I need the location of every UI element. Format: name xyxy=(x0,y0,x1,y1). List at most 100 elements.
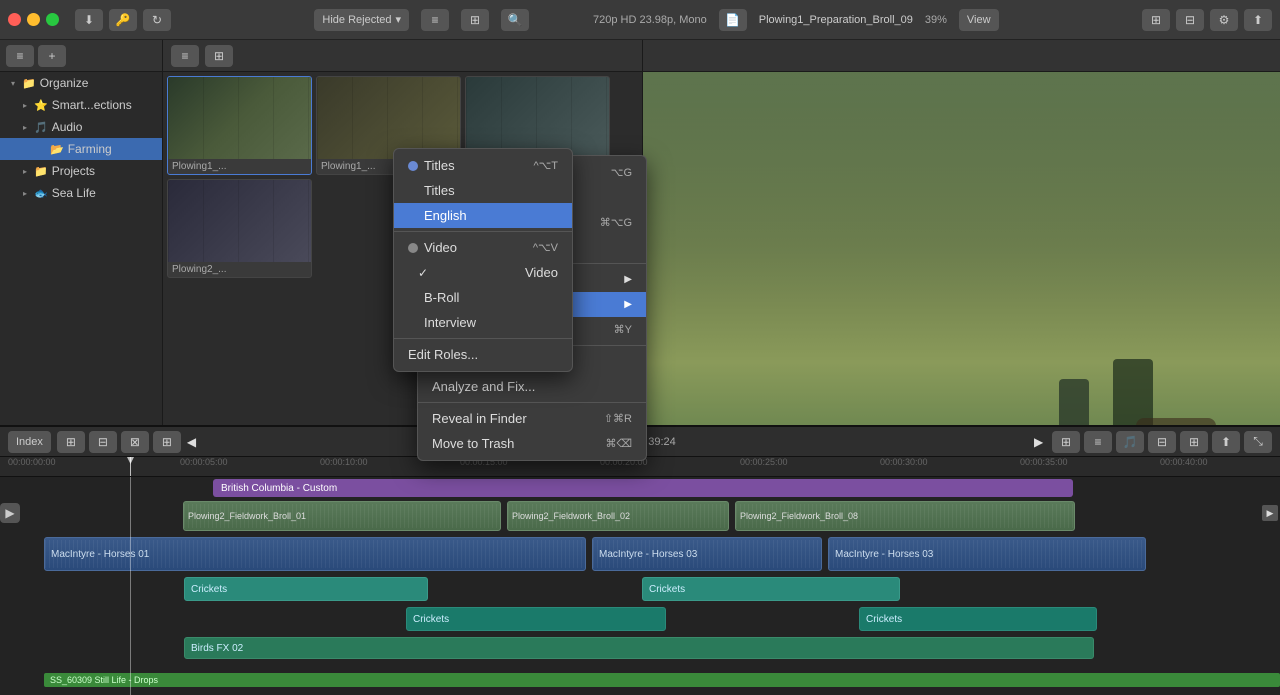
submenu-titles-dot[interactable]: Titles ^⌥T xyxy=(394,153,572,178)
crickets-row-2: Crickets Crickets xyxy=(0,605,1280,633)
submenu-titles[interactable]: Titles xyxy=(394,178,572,203)
sidebar-item-organize[interactable]: ▾ 📁 Organize xyxy=(0,72,162,94)
close-button[interactable] xyxy=(8,13,21,26)
sidebar-item-farming[interactable]: 📂 Farming xyxy=(0,138,162,160)
sidebar-list-icon[interactable]: ≡ xyxy=(6,45,34,67)
duration: 39:24 xyxy=(648,436,676,448)
sidebar-item-smart-collections[interactable]: ▸ ⭐ Smart...ections xyxy=(0,94,162,116)
window-icon[interactable]: ⊞ xyxy=(1142,9,1170,31)
key-icon[interactable]: 🔑 xyxy=(109,9,137,31)
tl-right-icon-7[interactable]: ⤡ xyxy=(1244,431,1272,453)
export-icon[interactable]: ⬆ xyxy=(1244,9,1272,31)
sidebar-item-audio[interactable]: ▸ 🎵 Audio xyxy=(0,116,162,138)
browser-list-icon[interactable]: ≡ xyxy=(171,45,199,67)
horse-track-row: MacIntyre - Horses 01 MacIntyre - Horses… xyxy=(0,535,1280,573)
titlebar: ⬇ 🔑 ↻ Hide Rejected ▾ ≡ ⊞ 🔍 720p HD 23.9… xyxy=(0,0,1280,40)
smart-arrow: ▸ xyxy=(20,101,30,110)
video-track-icon[interactable]: ▶ xyxy=(0,503,20,523)
fullscreen-button[interactable] xyxy=(46,13,59,26)
video-roles-submenu: Titles ^⌥T Titles English Video ^⌥V xyxy=(393,148,573,372)
sync-icon[interactable]: ↻ xyxy=(143,9,171,31)
video-track-row: ▶ Plowing2_Fieldwork_Broll_01 Plowing2_F… xyxy=(0,499,1280,533)
tl-icon-4[interactable]: ⊞ xyxy=(153,431,181,453)
organize-label: Organize xyxy=(40,76,158,90)
timeline-toolbar-right-icons: ⊞ ≡ 🎵 ⊟ ⊞ ⬆ ⤡ xyxy=(1052,431,1272,453)
main-area: ≡ + ▾ 📁 Organize ▸ ⭐ Smart...ections ▸ 🎵… xyxy=(0,40,1280,695)
video-clip-2[interactable]: Plowing2_Fieldwork_Broll_02 xyxy=(507,501,729,531)
titles-dot-icon xyxy=(408,161,418,171)
video-clip-3[interactable]: Plowing2_Fieldwork_Broll_08 xyxy=(735,501,1075,531)
projects-label: Projects xyxy=(52,164,158,178)
context-move-trash[interactable]: Move to Trash ⌘⌫ xyxy=(418,431,646,456)
context-analyze[interactable]: Analyze and Fix... xyxy=(418,374,646,399)
audio-label: Audio xyxy=(52,120,158,134)
browser-grid-icon[interactable]: ⊞ xyxy=(205,45,233,67)
video-clip-1[interactable]: Plowing2_Fieldwork_Broll_01 xyxy=(183,501,501,531)
clip-label-1: Plowing1_... xyxy=(168,159,311,174)
tl-arrow-right[interactable]: ▶ xyxy=(1034,435,1046,449)
organize-arrow: ▾ xyxy=(8,79,18,88)
bc-bar[interactable]: British Columbia - Custom xyxy=(213,479,1073,497)
submenu-video-dot[interactable]: Video ^⌥V xyxy=(394,235,572,260)
zoom-level: 39% xyxy=(925,14,947,26)
tl-arrow-left[interactable]: ◀ xyxy=(187,435,199,449)
tl-right-icon-4[interactable]: ⊟ xyxy=(1148,431,1176,453)
tl-right-icon-2[interactable]: ≡ xyxy=(1084,431,1112,453)
submenu-interview[interactable]: Interview xyxy=(394,310,572,335)
crickets-clip-1[interactable]: Crickets xyxy=(184,577,428,601)
ss-bar-row: SS_60309 Still Life - Drops xyxy=(0,673,1280,691)
sea-life-arrow: ▸ xyxy=(20,189,30,198)
horse-clip-1[interactable]: MacIntyre - Horses 01 xyxy=(44,537,586,571)
submenu-video-check[interactable]: Video xyxy=(394,260,572,285)
minimize-icon[interactable]: ⬇ xyxy=(75,9,103,31)
sidebar-item-sea-life[interactable]: ▸ 🐟 Sea Life xyxy=(0,182,162,204)
ss-bar[interactable]: SS_60309 Still Life - Drops xyxy=(44,673,1280,687)
horse-clip-2[interactable]: MacIntyre - Horses 03 xyxy=(592,537,822,571)
tl-icon-1[interactable]: ⊞ xyxy=(57,431,85,453)
crickets-row-1: Crickets Crickets xyxy=(0,575,1280,603)
timeline-toolbar-icons: ⊞ ⊟ ⊠ ⊞ xyxy=(57,431,181,453)
smart-label: Smart...ections xyxy=(52,98,158,112)
context-divider-3 xyxy=(418,402,646,403)
submenu-b-roll[interactable]: B-Roll xyxy=(394,285,572,310)
sidebar-toolbar: ≡ + xyxy=(0,40,162,72)
minimize-button[interactable] xyxy=(27,13,40,26)
crickets-clip-3[interactable]: Crickets xyxy=(406,607,666,631)
sea-life-label: Sea Life xyxy=(52,186,158,200)
crickets-clip-2[interactable]: Crickets xyxy=(642,577,900,601)
submenu-english[interactable]: English xyxy=(394,203,572,228)
context-reveal[interactable]: Reveal in Finder ⇧⌘R xyxy=(418,406,646,431)
farming-label: Farming xyxy=(68,142,158,156)
projects-arrow: ▸ xyxy=(20,167,30,176)
tl-right-icon-3[interactable]: 🎵 xyxy=(1116,431,1144,453)
birds-fx-clip[interactable]: Birds FX 02 xyxy=(184,637,1094,659)
submenu-edit-roles[interactable]: Edit Roles... xyxy=(394,342,572,367)
index-button[interactable]: Index xyxy=(8,431,51,453)
grid-view-icon[interactable]: ⊞ xyxy=(461,9,489,31)
track-end-icon[interactable]: ▶ xyxy=(1262,505,1278,521)
hide-rejected-button[interactable]: Hide Rejected ▾ xyxy=(314,9,409,31)
audio-arrow: ▸ xyxy=(20,123,30,132)
tl-icon-3[interactable]: ⊠ xyxy=(121,431,149,453)
horse-clip-3[interactable]: MacIntyre - Horses 03 xyxy=(828,537,1146,571)
submenu-divider-1 xyxy=(394,231,572,232)
view-button[interactable]: View xyxy=(959,9,999,31)
timeline-section: Index ⊞ ⊟ ⊠ ⊞ ◀ Roles in Farming 39:24 ▶… xyxy=(0,425,1280,695)
tl-right-icon-1[interactable]: ⊞ xyxy=(1052,431,1080,453)
sidebar-grid-icon[interactable]: + xyxy=(38,45,66,67)
list-view-icon[interactable]: ≡ xyxy=(421,9,449,31)
clip-icon[interactable]: 📄 xyxy=(719,9,747,31)
search-icon[interactable]: 🔍 xyxy=(501,9,529,31)
clip-item-4[interactable]: Plowing2_... xyxy=(167,179,312,278)
crickets-clip-4[interactable]: Crickets xyxy=(859,607,1097,631)
clip-item-1[interactable]: Plowing1_... xyxy=(167,76,312,175)
preview-toolbar xyxy=(643,40,1280,72)
video-spec: 720p HD 23.98p, Mono xyxy=(593,14,707,26)
layout-icon[interactable]: ⊟ xyxy=(1176,9,1204,31)
tl-right-icon-5[interactable]: ⊞ xyxy=(1180,431,1208,453)
sidebar-item-projects[interactable]: ▸ 📁 Projects xyxy=(0,160,162,182)
tl-right-icon-6[interactable]: ⬆ xyxy=(1212,431,1240,453)
tl-icon-2[interactable]: ⊟ xyxy=(89,431,117,453)
clip-name: Plowing1_Preparation_Broll_09 xyxy=(759,14,913,26)
adjust-icon[interactable]: ⚙ xyxy=(1210,9,1238,31)
